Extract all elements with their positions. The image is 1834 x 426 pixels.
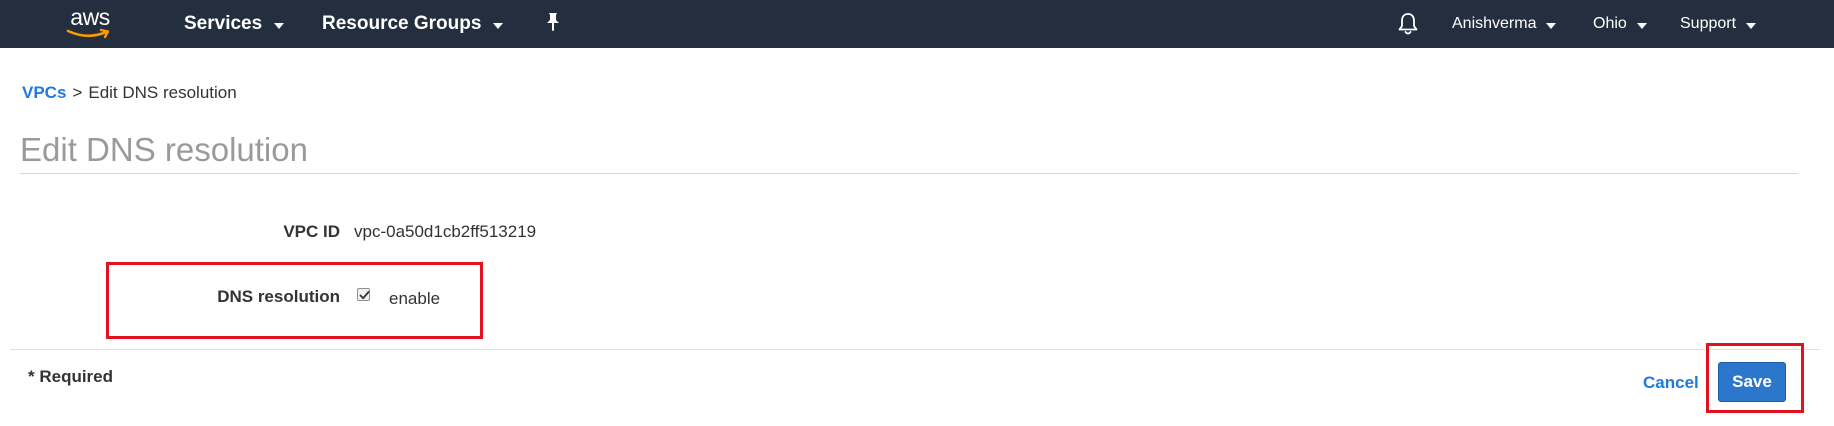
dns-resolution-highlight-box	[106, 262, 483, 339]
cancel-button[interactable]: Cancel	[1643, 373, 1699, 393]
save-highlight-box	[1706, 343, 1804, 413]
aws-logo-text: aws	[70, 4, 110, 30]
aws-logo[interactable]: aws	[62, 4, 118, 44]
resource-groups-menu-label: Resource Groups	[322, 13, 482, 34]
resource-groups-menu[interactable]: Resource Groups	[322, 0, 504, 48]
region-menu[interactable]: Ohio	[1593, 0, 1647, 48]
breadcrumb-link-vpcs[interactable]: VPCs	[22, 83, 66, 102]
user-menu[interactable]: Anishverma	[1452, 0, 1557, 48]
breadcrumb-current: Edit DNS resolution	[88, 83, 237, 102]
page-title: Edit DNS resolution	[20, 131, 308, 168]
chevron-down-icon	[1546, 22, 1557, 29]
user-menu-label: Anishverma	[1452, 15, 1537, 32]
footer-divider	[10, 349, 1820, 350]
aws-smile-icon	[66, 28, 110, 39]
vpc-id-label: VPC ID	[283, 222, 340, 241]
top-nav-bar: aws Services Resource Groups Anishverma …	[0, 0, 1834, 48]
services-menu[interactable]: Services	[184, 0, 285, 48]
services-menu-label: Services	[184, 13, 263, 34]
chevron-down-icon	[1746, 22, 1757, 29]
region-menu-label: Ohio	[1593, 15, 1627, 32]
pin-icon[interactable]	[544, 12, 562, 37]
support-menu-label: Support	[1680, 15, 1737, 32]
bell-icon[interactable]	[1397, 12, 1419, 41]
chevron-down-icon	[1636, 22, 1647, 29]
chevron-down-icon	[493, 22, 504, 29]
breadcrumb-separator: >	[72, 83, 83, 102]
required-note: * Required	[28, 367, 114, 386]
support-menu[interactable]: Support	[1680, 0, 1757, 48]
breadcrumb: VPCs > Edit DNS resolution	[22, 83, 237, 103]
title-divider	[20, 173, 1798, 174]
vpc-id-value: vpc-0a50d1cb2ff513219	[354, 222, 537, 241]
chevron-down-icon	[274, 22, 285, 29]
